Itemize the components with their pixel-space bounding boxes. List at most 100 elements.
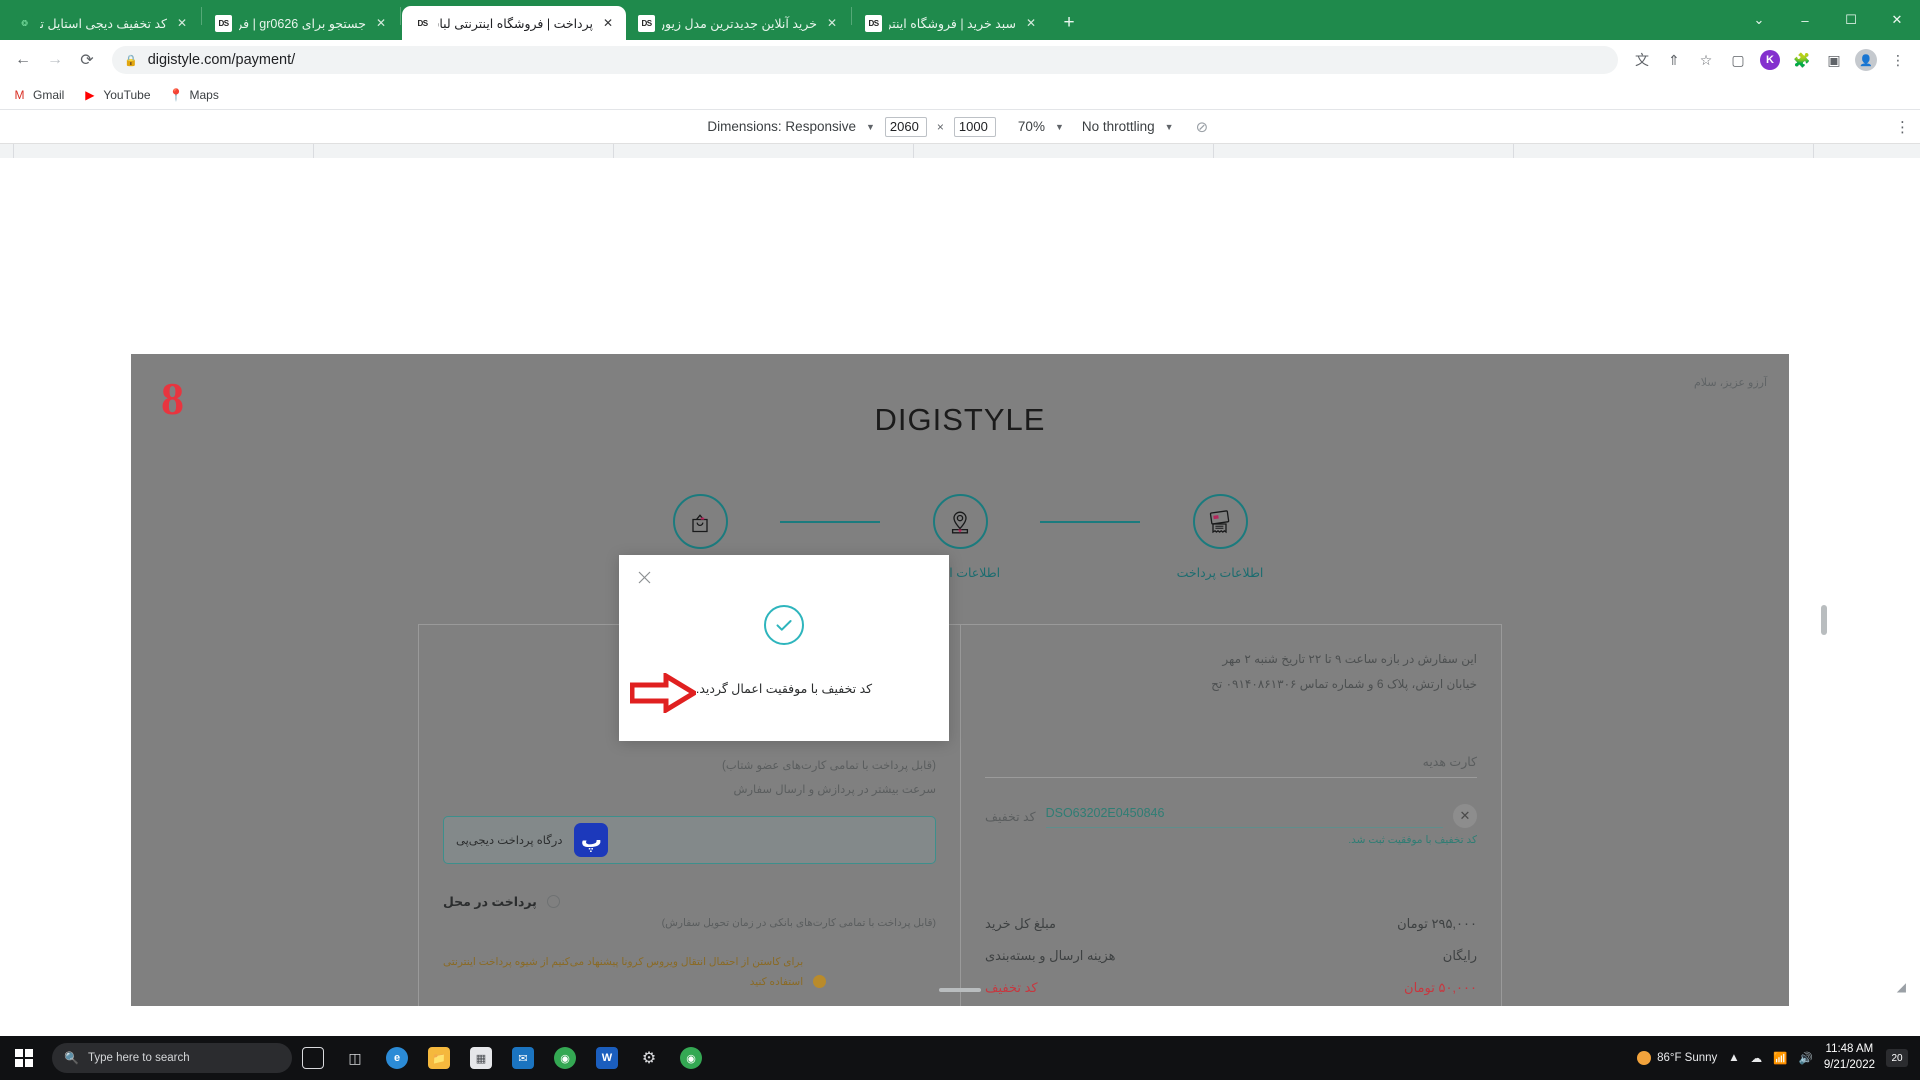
cast-icon[interactable]: ▢ — [1724, 46, 1752, 74]
translate-icon[interactable]: 文 — [1628, 46, 1656, 74]
onedrive-icon[interactable]: ☁ — [1751, 1051, 1763, 1065]
delivery-address-line-1: این سفارش در بازه ساعت ۹ تا ۲۲ تاریخ شنب… — [1222, 652, 1477, 666]
system-tray: 86°F Sunny ▲ ☁ 📶 🔊 11:48 AM 9/21/2022 20 — [1637, 1042, 1920, 1073]
close-window-button[interactable]: ✕ — [1874, 0, 1920, 40]
bookmark-maps[interactable]: 📍 Maps — [169, 87, 219, 102]
browser-tab-4[interactable]: DS سبد خرید | فروشگاه اینترنتی لباس دیج … — [853, 6, 1049, 40]
bookmark-label: Maps — [189, 87, 219, 102]
windows-start-icon[interactable] — [0, 1036, 48, 1080]
maximize-button[interactable]: ☐ — [1828, 0, 1874, 40]
taskbar-search-input[interactable]: 🔍 Type here to search — [52, 1043, 292, 1073]
devtools-toggle-icon[interactable]: ▣ — [1820, 46, 1848, 74]
chevron-down-icon[interactable]: ▼ — [1055, 122, 1064, 132]
gift-card-field[interactable]: کارت هدیه — [985, 754, 1477, 779]
search-icon: 🔍 — [64, 1051, 79, 1065]
browser-toolbar: ← → ⟳ 🔒 digistyle.com/payment/ 文 ⇑ ☆ ▢ K… — [0, 40, 1920, 80]
back-button[interactable]: ← — [8, 45, 38, 75]
bookmark-star-icon[interactable]: ☆ — [1692, 46, 1720, 74]
digipay-gateway-button[interactable]: پ درگاه پرداخت دیجی‌پی — [443, 815, 936, 864]
close-circle-icon[interactable]: ✕ — [1453, 804, 1477, 829]
profile-k-icon[interactable]: K — [1756, 46, 1784, 74]
forward-button[interactable]: → — [40, 45, 70, 75]
chrome-window-icon[interactable]: ◉ — [670, 1036, 712, 1080]
tab-close-icon[interactable]: ✕ — [1023, 15, 1039, 31]
devtools-resize-grip[interactable] — [939, 988, 981, 992]
dimensions-label[interactable]: Dimensions: Responsive — [707, 119, 856, 134]
toolbar-icons: 文 ⇑ ☆ ▢ K 🧩 ▣ 👤 ⋮ — [1628, 46, 1912, 74]
edge-icon[interactable]: e — [376, 1036, 418, 1080]
tab-separator — [201, 7, 202, 25]
task-view-icon[interactable]: ◫ — [334, 1036, 376, 1080]
viewport-height-input[interactable]: 1000 — [953, 116, 996, 137]
tab-separator — [851, 7, 852, 25]
checkout-panels: این سفارش در بازه ساعت ۹ تا ۲۲ تاریخ شنب… — [418, 624, 1502, 1006]
chevron-down-icon[interactable]: ▼ — [866, 122, 875, 132]
new-tab-button[interactable]: + — [1055, 9, 1083, 37]
taskbar-clock[interactable]: 11:48 AM 9/21/2022 — [1824, 1042, 1875, 1073]
zoom-level[interactable]: 70% — [1018, 119, 1045, 134]
viewport-width-input[interactable]: 2060 — [884, 116, 927, 137]
browser-tab-3[interactable]: DS خرید آنلاین جدیدترین مدل زیورآلات نقر… — [626, 6, 850, 40]
file-explorer-icon[interactable]: 📁 — [418, 1036, 460, 1080]
kebab-menu-icon[interactable]: ⋮ — [1884, 46, 1912, 74]
tab-close-icon[interactable]: ✕ — [174, 15, 190, 31]
word-icon[interactable]: W — [586, 1036, 628, 1080]
page-vertical-scrollbar[interactable] — [1821, 605, 1827, 635]
discount-success-note: کد تخفیف با موفقیت ثبت شد. — [1348, 834, 1477, 847]
address-bar[interactable]: 🔒 digistyle.com/payment/ — [112, 46, 1618, 74]
sun-icon — [1637, 1051, 1652, 1065]
network-icon[interactable]: 📶 — [1773, 1051, 1787, 1065]
chevron-down-icon[interactable]: ▼ — [1165, 122, 1174, 132]
browser-chrome: ❂ کد تخفیف دیجی استایل تا 100% شهریو ✕ D… — [0, 0, 1920, 110]
total-value: رایگان — [1442, 948, 1477, 964]
browser-tab-0[interactable]: ❂ کد تخفیف دیجی استایل تا 100% شهریو ✕ — [4, 6, 200, 40]
red-right-arrow-annotation — [629, 671, 699, 715]
bookmark-youtube[interactable]: ▶ YouTube — [82, 87, 150, 102]
payment-note-line-1: (قابل پرداخت با تمامی کارت‌های عضو شتاب) — [722, 760, 936, 772]
cash-on-delivery-option[interactable]: پرداخت در محل — [443, 894, 936, 909]
throttling-select[interactable]: No throttling — [1082, 119, 1155, 134]
share-icon[interactable]: ⇑ — [1660, 46, 1688, 74]
devtools-kebab-menu-icon[interactable]: ⋮ — [1895, 118, 1910, 136]
total-row-shipping: رایگان هزینه ارسال و بسته‌بندی — [985, 940, 1477, 972]
total-row-payable: ۲۴۵,۰۰۰ تومان قابل پرداخت — [985, 1004, 1477, 1006]
close-icon[interactable] — [633, 566, 655, 588]
minimize-button[interactable]: – — [1782, 0, 1828, 40]
microsoft-store-icon[interactable]: ▦ — [460, 1036, 502, 1080]
digistyle-favicon: DS — [414, 14, 431, 32]
extensions-puzzle-icon[interactable]: 🧩 — [1788, 46, 1816, 74]
settings-gear-icon[interactable]: ⚙ — [628, 1036, 670, 1080]
total-value: ۵۰,۰۰۰ تومان — [1404, 980, 1477, 996]
warning-text: برای کاستن از احتمال انتقال ویروس کرونا … — [443, 953, 803, 993]
bookmark-label: Gmail — [33, 87, 65, 102]
browser-tab-2-active[interactable]: DS پرداخت | فروشگاه اینترنتی لباس دیجی‌ا… — [402, 6, 626, 40]
volume-icon[interactable]: 🔊 — [1799, 1051, 1813, 1065]
radio-button-icon[interactable] — [546, 894, 560, 908]
tab-search-icon[interactable]: ⌄ — [1736, 0, 1782, 40]
mail-icon[interactable]: ✉ — [502, 1036, 544, 1080]
chevron-up-icon[interactable]: ▲ — [1728, 1052, 1739, 1064]
cortana-circle-icon[interactable] — [292, 1036, 334, 1080]
reload-button[interactable]: ⟳ — [72, 45, 102, 75]
step-payment-info[interactable]: اطلاعات پرداخت — [1140, 494, 1300, 580]
total-label: هزینه ارسال و بسته‌بندی — [985, 948, 1116, 964]
tab-title: جستجو برای gr0626 | فروشگاه اینترنتی — [239, 16, 366, 31]
weather-widget[interactable]: 86°F Sunny — [1637, 1051, 1717, 1065]
tab-title: خرید آنلاین جدیدترین مدل زیورآلات نقر — [662, 16, 817, 31]
discount-code-input[interactable]: DSO63202E0450846 — [1045, 804, 1443, 829]
chrome-icon[interactable]: ◉ — [544, 1036, 586, 1080]
avatar[interactable]: 👤 — [1852, 46, 1880, 74]
browser-tab-1[interactable]: DS جستجو برای gr0626 | فروشگاه اینترنتی … — [203, 6, 399, 40]
tab-separator — [400, 7, 401, 25]
digistyle-favicon: DS — [865, 14, 882, 32]
tab-close-icon[interactable]: ✕ — [600, 15, 616, 31]
tab-close-icon[interactable]: ✕ — [824, 15, 840, 31]
tab-close-icon[interactable]: ✕ — [373, 15, 389, 31]
windows-taskbar: 🔍 Type here to search ◫ e 📁 ▦ ✉ ◉ W ⚙ ◉ … — [0, 1036, 1920, 1080]
bookmark-gmail[interactable]: M Gmail — [12, 87, 65, 102]
resize-corner-icon[interactable]: ◢ — [1897, 980, 1906, 994]
window-controls: ⌄ – ☐ ✕ — [1736, 0, 1920, 40]
notification-badge[interactable]: 20 — [1886, 1049, 1908, 1067]
tab-title: سبد خرید | فروشگاه اینترنتی لباس دیج — [889, 16, 1016, 31]
rotate-device-icon[interactable]: ⊘ — [1196, 118, 1213, 136]
